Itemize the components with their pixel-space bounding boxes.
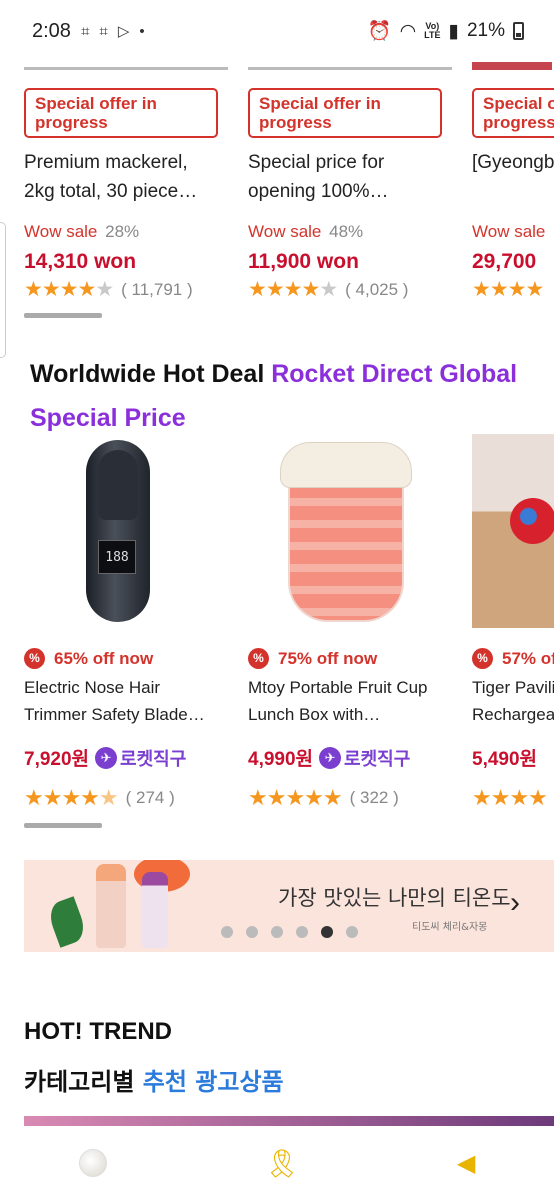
star-rating: ★★★★	[472, 785, 548, 810]
product-price: 11,900 won	[248, 250, 359, 273]
carousel-dot[interactable]	[246, 926, 258, 938]
product-card[interactable]: Special offer in progress Premium macker…	[24, 52, 248, 302]
wifi-icon: ◠	[399, 20, 417, 42]
ribbon-icon[interactable]: 🎗	[264, 1147, 300, 1180]
price-line: 5,490원	[472, 749, 538, 770]
star-rating: ★★★★★	[24, 785, 119, 810]
offer-badge: Special offer in progress	[24, 88, 218, 138]
lte-icon: Vo) LTE	[424, 21, 441, 40]
deal-card[interactable]: 188 % 65% off now Electric Nose Hair Trim…	[24, 432, 248, 811]
toy-image	[472, 434, 554, 628]
edge-panel-handle[interactable]	[0, 222, 6, 358]
bottle-image	[96, 864, 126, 948]
product-image[interactable]	[248, 432, 442, 628]
trimmer-image: 188	[86, 440, 150, 622]
navigation-bar: 🎗 ◀	[0, 1126, 554, 1200]
product-price: 29,700	[472, 250, 537, 273]
signal-icon: ▮	[448, 20, 459, 42]
star-rating: ★★★★★	[248, 785, 343, 810]
star-rating: ★★★★	[472, 278, 544, 301]
bottle-image	[142, 872, 168, 948]
product-title[interactable]: Electric Nose Hair Trimmer Safety Blade…	[24, 674, 220, 728]
deal-card[interactable]: % 75% off now Mtoy Portable Fruit Cup Lun…	[248, 432, 472, 811]
alarm-icon: ⏰	[367, 21, 392, 42]
hot-trend-title: HOT! TREND	[24, 1018, 172, 1045]
battery-icon	[513, 22, 524, 40]
price-line: 4,990원 ✈ 로켓직구	[248, 746, 411, 770]
chevron-right-icon[interactable]: ›	[510, 886, 520, 920]
promo-banner[interactable]: 가장 맛있는 나만의 티온도 티도씨 체리&자몽 ›	[24, 860, 554, 952]
product-rating: ★★★★	[472, 277, 554, 302]
percent-icon: %	[248, 648, 269, 669]
play-store-icon: ▷	[117, 23, 130, 40]
rocket-icon: ✈	[95, 746, 118, 769]
product-rating: ★★★★★( 274 )	[24, 785, 175, 810]
rocket-icon: ✈	[319, 746, 342, 769]
discount-badge: % 65% off now	[24, 648, 248, 669]
home-icon[interactable]	[78, 1149, 107, 1177]
product-rating: ★★★★	[472, 785, 554, 811]
product-title[interactable]: [Gyeongbuk] Gosanji]	[472, 148, 554, 206]
fruit-cup-image	[280, 442, 412, 624]
screen-record-icon: ⌗	[99, 22, 108, 40]
scroll-indicator	[24, 313, 102, 318]
top-product-row[interactable]: Special offer in progress Premium macker…	[24, 52, 554, 302]
banner-text: 가장 맛있는 나만의 티온도	[278, 886, 511, 910]
carousel-dot[interactable]	[221, 926, 233, 938]
percent-icon: %	[472, 648, 493, 669]
product-card[interactable]: Special offer in progress [Gyeongbuk] Go…	[472, 52, 554, 302]
deal-product-row[interactable]: 188 % 65% off now Electric Nose Hair Trim…	[24, 432, 554, 811]
percent-icon: %	[24, 648, 45, 669]
carousel-dot-active[interactable]	[321, 926, 333, 938]
discount-line: Wow sale 48%	[248, 222, 364, 241]
discount-line: Wow sale 28%	[24, 222, 140, 241]
carousel-dot[interactable]	[346, 926, 358, 938]
product-rating: ★★★★★( 4,025 )	[248, 278, 409, 301]
carousel-dot[interactable]	[296, 926, 308, 938]
status-time: 2:08	[32, 19, 71, 42]
screenshot-icon: ⌗	[80, 22, 90, 40]
back-icon[interactable]: ◀	[457, 1149, 475, 1178]
status-bar: 2:08 ⌗ ⌗ ▷ • ⏰ ◠ Vo) LTE ▮ 21%	[0, 0, 554, 62]
scroll-indicator	[24, 823, 102, 828]
carousel-dots	[221, 926, 358, 938]
section-title: Worldwide Hot Deal Rocket Direct Global …	[30, 360, 518, 432]
discount-badge: %57% off now	[472, 648, 554, 669]
product-rating: ★★★★★( 11,791 )	[24, 278, 193, 301]
dot-icon: •	[139, 22, 145, 40]
product-price: 14,310 won	[24, 250, 137, 273]
offer-badge: Special offer in progress	[472, 88, 554, 138]
product-image-strip[interactable]	[24, 1116, 554, 1126]
product-rating: ★★★★★( 322 )	[248, 785, 399, 810]
discount-badge: % 75% off now	[248, 648, 472, 669]
carousel-dot[interactable]	[271, 926, 283, 938]
product-title[interactable]: Premium mackerel, 2kg total, 30 piece…	[24, 148, 220, 206]
banner-subtext: 티도씨 체리&자몽	[412, 922, 488, 933]
discount-line: Wow sale	[472, 222, 546, 241]
product-image[interactable]	[472, 432, 554, 628]
price-line: 7,920원 ✈ 로켓직구	[24, 746, 187, 770]
product-title[interactable]: Tiger Pavilion Rechargeable…	[472, 674, 554, 728]
offer-badge: Special offer in progress	[248, 88, 442, 138]
product-card[interactable]: Special offer in progress Special price …	[248, 52, 472, 302]
deal-card[interactable]: %57% off now Tiger Pavilion Rechargeable…	[472, 432, 554, 811]
battery-level: 21%	[466, 20, 505, 41]
product-title[interactable]: Special price for opening 100%…	[248, 148, 444, 206]
star-rating: ★★★★★	[248, 278, 338, 301]
star-rating: ★★★★★	[24, 278, 114, 301]
product-title[interactable]: Mtoy Portable Fruit Cup Lunch Box with…	[248, 674, 444, 728]
product-image[interactable]: 188	[24, 432, 218, 628]
hot-trend-subtitle: 카테고리별 추천 광고상품	[24, 1068, 284, 1096]
